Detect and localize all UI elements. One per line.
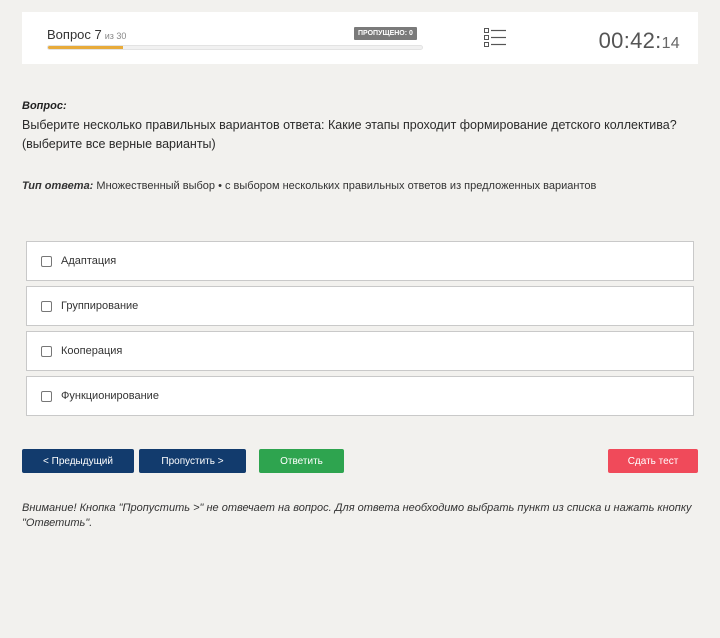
test-header: Вопрос 7 из 30 ПРОПУЩЕНО: 0 00:42:14 [22, 12, 698, 64]
question-text: Выберите несколько правильных вариантов … [22, 118, 677, 151]
option-item[interactable]: Адаптация [26, 241, 694, 281]
option-item[interactable]: Кооперация [26, 331, 694, 371]
question-counter: Вопрос 7 из 30 [47, 27, 126, 42]
list-icon[interactable] [484, 28, 506, 48]
option-label: Группирование [61, 300, 139, 312]
question-number: Вопрос 7 [47, 27, 102, 42]
timer-ms: 14 [661, 35, 680, 52]
skipped-badge: ПРОПУЩЕНО: 0 [354, 27, 417, 40]
option-label: Кооперация [61, 345, 123, 357]
progress-bar [47, 45, 423, 50]
question-label: Вопрос: [22, 100, 67, 112]
timer-main: 00:42: [598, 28, 662, 53]
checkbox[interactable] [41, 300, 52, 312]
answer-type: Тип ответа: Множественный выбор • с выбо… [22, 180, 596, 192]
checkbox[interactable] [41, 255, 52, 267]
answer-button[interactable]: Ответить [259, 449, 344, 473]
option-item[interactable]: Группирование [26, 286, 694, 326]
checkbox[interactable] [41, 390, 52, 402]
checkbox[interactable] [41, 345, 52, 357]
progress-fill [48, 46, 123, 49]
previous-button[interactable]: < Предыдущий [22, 449, 134, 473]
question-total: из 30 [104, 31, 127, 41]
answer-type-label: Тип ответа: [22, 180, 94, 192]
option-label: Адаптация [61, 255, 117, 267]
answer-type-value: Множественный выбор • с выбором нескольк… [93, 180, 597, 192]
skip-button[interactable]: Пропустить > [139, 449, 246, 473]
submit-test-button[interactable]: Сдать тест [608, 449, 698, 473]
timer: 00:42:14 [599, 28, 680, 54]
notice-text: Внимание! Кнопка "Пропустить >" не отвеч… [22, 502, 692, 529]
answer-options: Адаптация Группирование Кооперация Функц… [26, 241, 694, 421]
option-item[interactable]: Функционирование [26, 376, 694, 416]
option-label: Функционирование [61, 390, 159, 402]
